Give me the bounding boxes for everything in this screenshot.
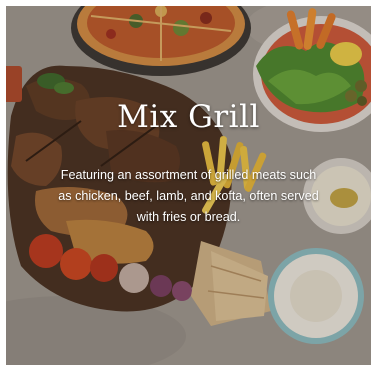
menu-item-card[interactable]: Mix Grill Featuring an assortment of gri…: [6, 6, 371, 365]
dish-description: Featuring an assortment of grilled meats…: [58, 168, 319, 224]
dish-title: Mix Grill: [117, 99, 260, 135]
